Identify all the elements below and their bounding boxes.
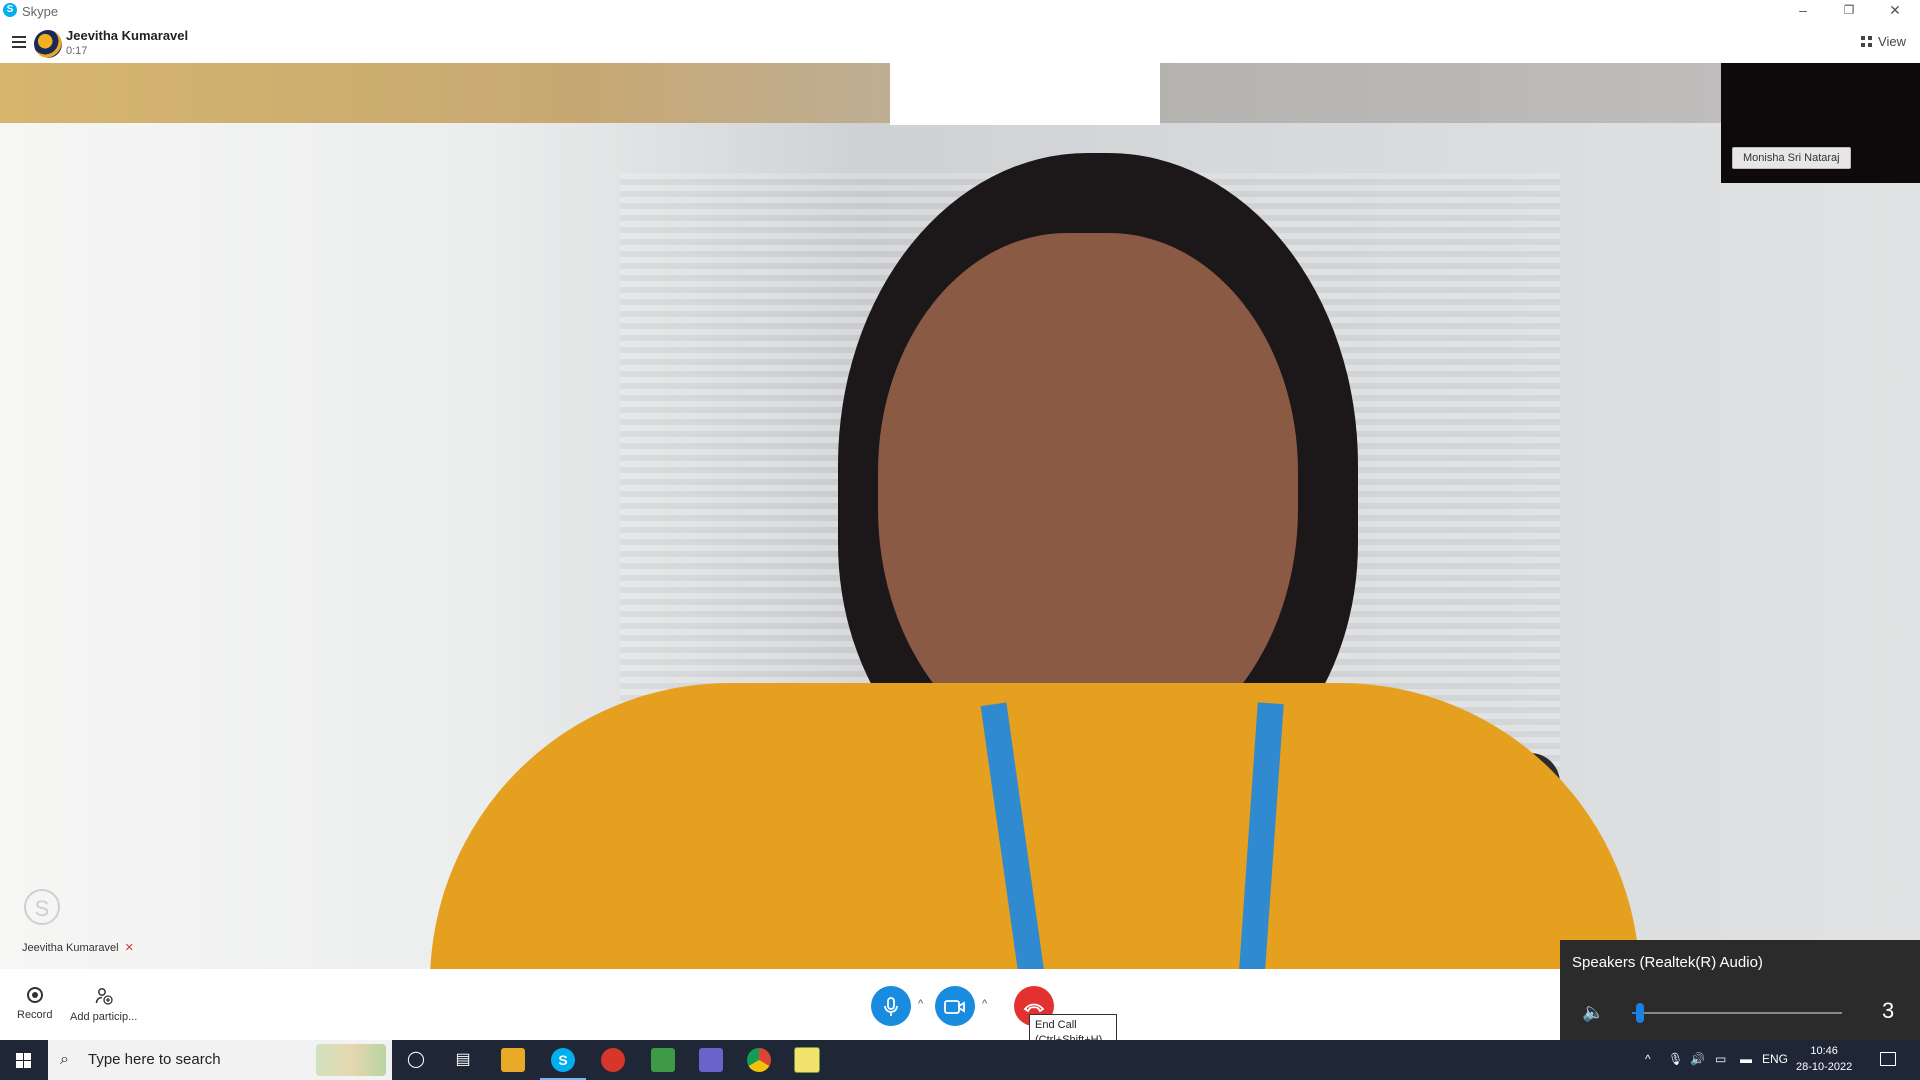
record-button[interactable]: Record bbox=[17, 987, 52, 1021]
local-participant-name: Jeevitha Kumaravel bbox=[22, 942, 119, 954]
local-participant-label: Jeevitha Kumaravel ✕ bbox=[22, 941, 134, 954]
start-button[interactable] bbox=[0, 1040, 48, 1080]
notifications-icon[interactable] bbox=[1880, 1052, 1896, 1066]
show-hidden-icons-chevron-icon[interactable]: ^ bbox=[1645, 1052, 1651, 1066]
video-ceiling-light bbox=[890, 63, 1160, 125]
skype-logo-icon: S bbox=[3, 3, 17, 17]
outlook-app-icon[interactable] bbox=[490, 1040, 536, 1080]
window-title: Skype bbox=[22, 4, 59, 19]
hamburger-menu-icon[interactable] bbox=[12, 36, 26, 48]
close-button[interactable]: ✕ bbox=[1872, 0, 1918, 22]
tray-language-indicator[interactable]: ENG bbox=[1762, 1052, 1788, 1066]
grid-view-icon bbox=[1861, 36, 1873, 47]
tray-network-icon[interactable]: ▭ bbox=[1715, 1052, 1726, 1066]
call-header: Jeevitha Kumaravel 0:17 View bbox=[0, 22, 1920, 63]
search-highlight-image bbox=[316, 1044, 386, 1076]
self-preview-name-tag: Monisha Sri Nataraj bbox=[1732, 147, 1851, 169]
task-view-icon[interactable]: ▤ bbox=[440, 1040, 486, 1080]
taskbar-clock[interactable]: 10:46 28-10-2022 bbox=[1796, 1043, 1852, 1075]
taskbar-time: 10:46 bbox=[1810, 1045, 1838, 1057]
microphone-button[interactable] bbox=[871, 986, 911, 1026]
search-placeholder: Type here to search bbox=[88, 1051, 221, 1068]
muted-mic-icon: ✕ bbox=[124, 942, 134, 954]
skype-app-icon[interactable]: S bbox=[540, 1040, 586, 1080]
hang-up-icon bbox=[1023, 1003, 1045, 1013]
record-icon bbox=[26, 987, 43, 1003]
add-person-icon bbox=[95, 987, 113, 1005]
minimize-button[interactable]: – bbox=[1780, 0, 1826, 22]
add-participant-label: Add particip... bbox=[70, 1011, 138, 1023]
audio-device-name[interactable]: Speakers (Realtek(R) Audio) bbox=[1572, 954, 1763, 971]
app-icon-red[interactable] bbox=[590, 1040, 636, 1080]
view-button-label: View bbox=[1878, 34, 1906, 49]
app-icon-green[interactable] bbox=[640, 1040, 686, 1080]
tray-battery-icon[interactable]: ▬ bbox=[1740, 1052, 1752, 1066]
caller-avatar[interactable] bbox=[34, 30, 62, 58]
call-timer: 0:17 bbox=[66, 45, 88, 57]
volume-flyout: Speakers (Realtek(R) Audio) 🔈 3 bbox=[1560, 940, 1920, 1040]
tray-volume-icon[interactable]: 🔊 bbox=[1690, 1052, 1705, 1066]
window-titlebar: S Skype – ❐ ✕ bbox=[0, 0, 1920, 22]
video-options-chevron-up-icon[interactable]: ^ bbox=[982, 998, 987, 1010]
windows-taskbar: ⌕ Type here to search ◯ ▤ S ^ 🎙 🔊 ▭ ▬ EN… bbox=[0, 1040, 1920, 1080]
self-video-preview[interactable]: Monisha Sri Nataraj bbox=[1721, 63, 1920, 183]
windows-logo-icon bbox=[16, 1053, 31, 1068]
mic-options-chevron-up-icon[interactable]: ^ bbox=[918, 998, 923, 1010]
search-icon: ⌕ bbox=[60, 1051, 69, 1068]
add-participant-button[interactable]: Add particip... bbox=[70, 987, 137, 1023]
tray-microphone-icon[interactable]: 🎙 bbox=[1668, 1052, 1683, 1066]
view-button[interactable]: View bbox=[1861, 34, 1906, 49]
taskbar-search-box[interactable]: ⌕ Type here to search bbox=[48, 1040, 392, 1080]
cortana-icon[interactable]: ◯ bbox=[393, 1040, 439, 1080]
notepad-app-icon[interactable] bbox=[784, 1040, 830, 1080]
app-icon-purple[interactable] bbox=[688, 1040, 734, 1080]
microphone-icon bbox=[884, 997, 898, 1017]
remote-video-feed bbox=[0, 63, 1920, 969]
chrome-app-icon[interactable] bbox=[736, 1040, 782, 1080]
speaker-icon[interactable]: 🔈 bbox=[1582, 1002, 1604, 1023]
volume-slider-thumb[interactable] bbox=[1636, 1003, 1644, 1023]
record-label: Record bbox=[17, 1009, 53, 1021]
video-button[interactable] bbox=[935, 986, 975, 1026]
taskbar-date: 28-10-2022 bbox=[1796, 1061, 1853, 1073]
video-camera-icon bbox=[944, 1000, 965, 1015]
skype-placeholder-icon: S bbox=[24, 889, 60, 925]
restore-button[interactable]: ❐ bbox=[1826, 0, 1872, 22]
end-call-tooltip-title: End Call bbox=[1035, 1019, 1077, 1031]
volume-value: 3 bbox=[1882, 998, 1895, 1023]
volume-slider[interactable] bbox=[1632, 1003, 1842, 1023]
caller-name: Jeevitha Kumaravel bbox=[66, 28, 189, 43]
